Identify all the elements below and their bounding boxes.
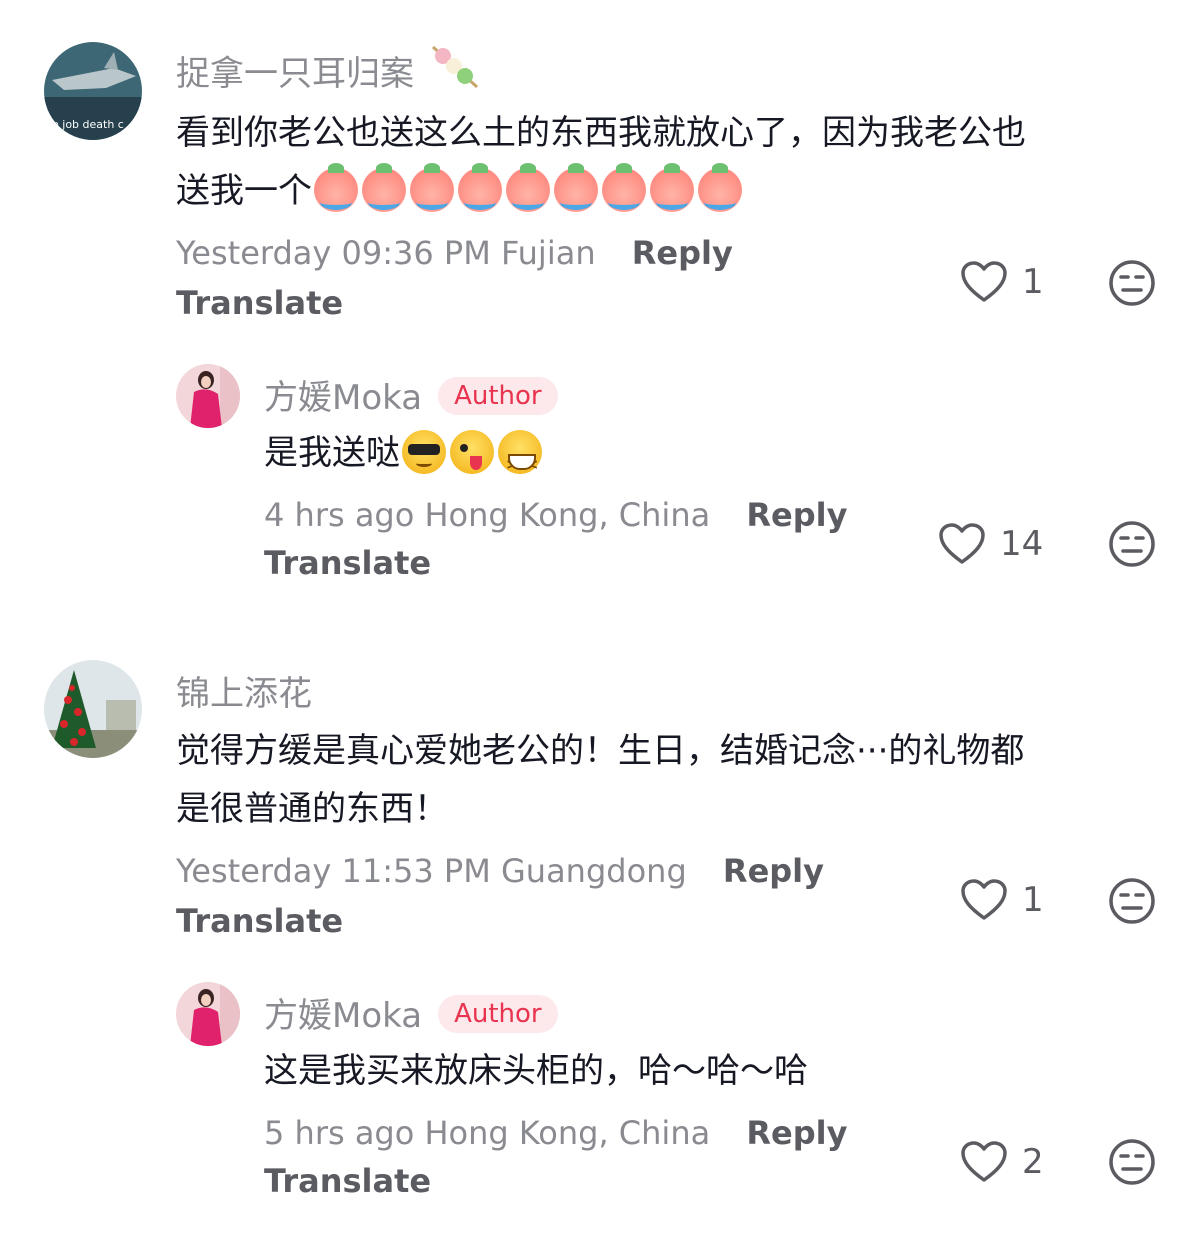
comment-time: Yesterday 11:53 PM: [176, 852, 491, 890]
username-text: 捉拿一只耳归案: [176, 54, 414, 94]
comment-text-line: 觉得方缓是真心爱她老公的！生日，结婚记念···的礼物都: [176, 731, 1025, 771]
avatar[interactable]: e job death c: [44, 42, 142, 140]
comment-location: Hong Kong, China: [424, 1114, 711, 1152]
translate-button[interactable]: Translate: [264, 1162, 431, 1200]
comment-text-line: 是很普通的东西！: [176, 789, 448, 829]
reply-button[interactable]: Reply: [746, 496, 847, 534]
heart-outline-icon: [961, 879, 1007, 920]
avatar[interactable]: [44, 660, 142, 758]
comment-text: 觉得方缓是真心爱她老公的！生日，结婚记念···的礼物都 是很普通的东西！: [176, 722, 1166, 838]
crying-peach-emoji-icon: [506, 162, 550, 212]
crying-peach-emoji-icon: [554, 162, 598, 212]
comment-text-line: 送我一个: [176, 162, 1156, 220]
reply-button[interactable]: Reply: [723, 852, 824, 890]
winking-tongue-emoji-icon: [450, 429, 494, 474]
neutral-face-icon: [1109, 1139, 1155, 1185]
crying-peach-emoji-icon: [410, 162, 454, 212]
dislike-button[interactable]: [1108, 1138, 1156, 1190]
grinning-squint-emoji-icon: [498, 429, 542, 494]
like-button[interactable]: 2: [960, 1140, 1044, 1184]
translate-button[interactable]: Translate: [264, 544, 431, 582]
heart-outline-icon: [961, 261, 1007, 302]
sunglasses-emoji-icon: [402, 429, 446, 474]
crying-peach-emoji-icon: [362, 162, 406, 212]
dislike-button[interactable]: [1108, 877, 1156, 929]
username-text: 方媛Moka: [264, 378, 423, 418]
comment-username[interactable]: 锦上添花: [176, 666, 312, 715]
comment-text: 这是我买来放床头柜的，哈～哈～哈: [264, 1042, 808, 1100]
reply-button[interactable]: Reply: [746, 1114, 847, 1152]
comment-time: 5 hrs ago: [264, 1114, 415, 1152]
username-text: 锦上添花: [176, 674, 312, 714]
like-button[interactable]: 1: [960, 878, 1044, 922]
translate-button[interactable]: Translate: [176, 284, 343, 322]
username-text: 方媛Moka: [264, 996, 423, 1036]
dislike-button[interactable]: [1108, 520, 1156, 572]
heart-outline-icon: [961, 1141, 1007, 1182]
comment-time: Yesterday 09:36 PM: [176, 234, 491, 272]
crying-peach-emoji-icon: [650, 162, 694, 212]
comment-username[interactable]: 方媛Moka Author: [264, 370, 558, 419]
emoji-row: [312, 162, 744, 212]
comment-time: 4 hrs ago: [264, 496, 415, 534]
heart-outline-icon: [939, 523, 985, 564]
translate-button[interactable]: Translate: [176, 902, 343, 940]
tanghulu-emoji-icon: [429, 43, 481, 100]
neutral-face-icon: [1109, 878, 1155, 924]
comment-meta: Yesterday 11:53 PM Guangdong Reply: [176, 852, 824, 890]
comment-location: Hong Kong, China: [424, 496, 711, 534]
author-badge: Author: [438, 376, 558, 415]
comment-text: 是我送哒: [264, 424, 544, 494]
comment-username[interactable]: 方媛Moka Author: [264, 988, 558, 1037]
comment-text-fragment: 送我一个: [176, 171, 312, 211]
like-count: 2: [1022, 1142, 1044, 1182]
comment-meta: 5 hrs ago Hong Kong, China Reply: [264, 1114, 847, 1152]
comment-text-fragment: 这是我买来放床头柜的，哈～哈～哈: [264, 1051, 808, 1091]
avatar[interactable]: [176, 364, 240, 428]
like-count: 1: [1022, 880, 1044, 920]
svg-text:e job death c: e job death c: [52, 118, 124, 131]
crying-peach-emoji-icon: [698, 162, 742, 212]
like-button[interactable]: 1: [960, 260, 1044, 304]
comment-text-line: 看到你老公也送这么土的东西我就放心了，因为我老公也: [176, 113, 1026, 153]
comment-text: 看到你老公也送这么土的东西我就放心了，因为我老公也 送我一个: [176, 104, 1156, 220]
crying-peach-emoji-icon: [458, 162, 502, 212]
neutral-face-icon: [1109, 260, 1155, 306]
like-count: 1: [1022, 262, 1044, 302]
crying-peach-emoji-icon: [314, 162, 358, 212]
comment-meta: Yesterday 09:36 PM Fujian Reply: [176, 234, 733, 272]
neutral-face-icon: [1109, 521, 1155, 567]
comment-username[interactable]: 捉拿一只耳归案: [176, 43, 481, 104]
like-count: 14: [1000, 524, 1044, 564]
crying-peach-emoji-icon: [602, 162, 646, 212]
comment-meta: 4 hrs ago Hong Kong, China Reply: [264, 496, 847, 534]
like-button[interactable]: 14: [938, 522, 1043, 566]
comment-location: Fujian: [500, 234, 596, 272]
dislike-button[interactable]: [1108, 259, 1156, 311]
author-badge: Author: [438, 994, 558, 1033]
comment-location: Guangdong: [500, 852, 687, 890]
avatar[interactable]: [176, 982, 240, 1046]
comment-text-fragment: 是我送哒: [264, 433, 400, 473]
reply-button[interactable]: Reply: [632, 234, 733, 272]
